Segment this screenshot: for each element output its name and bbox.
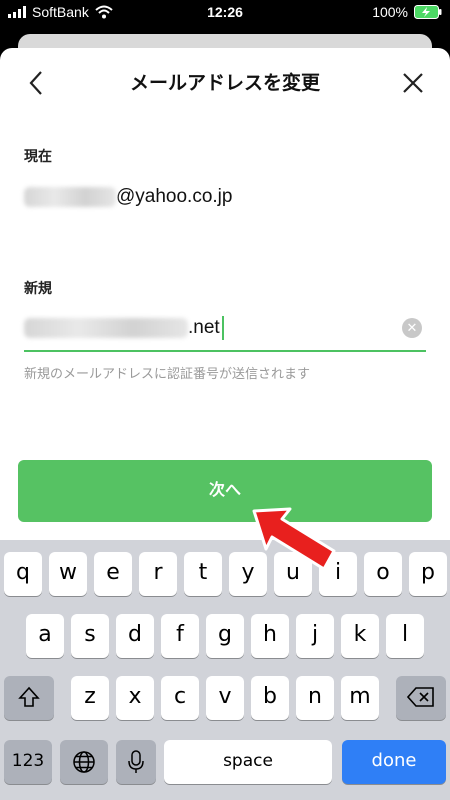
globe-key[interactable] bbox=[60, 740, 108, 784]
key-f[interactable]: f bbox=[161, 614, 199, 658]
keyboard: q w e r t y u i o p a s d f g h j k l z … bbox=[0, 540, 450, 800]
key-g[interactable]: g bbox=[206, 614, 244, 658]
close-icon bbox=[403, 73, 423, 93]
key-l[interactable]: l bbox=[386, 614, 424, 658]
key-t[interactable]: t bbox=[184, 552, 222, 596]
delete-key[interactable] bbox=[396, 676, 446, 720]
status-bar: SoftBank 12:26 100% bbox=[0, 0, 450, 26]
numbers-key[interactable]: 123 bbox=[4, 740, 52, 784]
done-key[interactable]: done bbox=[342, 740, 446, 784]
current-label: 現在 bbox=[24, 148, 52, 164]
page-title: メールアドレスを変更 bbox=[129, 73, 320, 94]
status-right: 100% bbox=[372, 4, 442, 20]
new-email-field[interactable]: .net ✕ bbox=[24, 308, 426, 352]
hint-text: 新規のメールアドレスに認証番号が送信されます bbox=[24, 366, 311, 381]
new-email-value: .net bbox=[24, 316, 224, 340]
key-w[interactable]: w bbox=[49, 552, 87, 596]
backspace-icon bbox=[406, 687, 434, 707]
nav-bar: メールアドレスを変更 bbox=[0, 48, 450, 116]
microphone-icon bbox=[128, 750, 144, 773]
space-key[interactable]: space bbox=[164, 740, 332, 784]
current-email: @yahoo.co.jp bbox=[24, 186, 232, 208]
text-cursor bbox=[221, 316, 224, 340]
dictation-key[interactable] bbox=[116, 740, 156, 784]
clear-input-button[interactable]: ✕ bbox=[402, 318, 422, 338]
shift-key[interactable] bbox=[4, 676, 54, 720]
battery-charging-icon bbox=[414, 5, 442, 19]
key-j[interactable]: j bbox=[296, 614, 334, 658]
redacted-text bbox=[24, 187, 116, 207]
key-b[interactable]: b bbox=[251, 676, 289, 720]
key-o[interactable]: o bbox=[364, 552, 402, 596]
key-e[interactable]: e bbox=[94, 552, 132, 596]
key-q[interactable]: q bbox=[4, 552, 42, 596]
shift-icon bbox=[18, 686, 40, 707]
key-k[interactable]: k bbox=[341, 614, 379, 658]
key-s[interactable]: s bbox=[71, 614, 109, 658]
new-label: 新規 bbox=[24, 280, 52, 296]
key-n[interactable]: n bbox=[296, 676, 334, 720]
key-c[interactable]: c bbox=[161, 676, 199, 720]
new-email-domain: .net bbox=[188, 317, 220, 338]
red-arrow-pointer-icon bbox=[252, 507, 336, 571]
key-r[interactable]: r bbox=[139, 552, 177, 596]
current-email-domain: @yahoo.co.jp bbox=[116, 186, 233, 207]
redacted-text bbox=[24, 318, 188, 338]
key-a[interactable]: a bbox=[26, 614, 64, 658]
battery-percent: 100% bbox=[372, 4, 408, 20]
key-x[interactable]: x bbox=[116, 676, 154, 720]
key-d[interactable]: d bbox=[116, 614, 154, 658]
globe-icon bbox=[73, 751, 95, 773]
key-m[interactable]: m bbox=[341, 676, 379, 720]
key-v[interactable]: v bbox=[206, 676, 244, 720]
key-z[interactable]: z bbox=[71, 676, 109, 720]
next-button[interactable]: 次へ bbox=[18, 460, 432, 522]
clear-icon: ✕ bbox=[406, 320, 418, 335]
key-h[interactable]: h bbox=[251, 614, 289, 658]
key-p[interactable]: p bbox=[409, 552, 447, 596]
close-button[interactable] bbox=[398, 68, 428, 98]
